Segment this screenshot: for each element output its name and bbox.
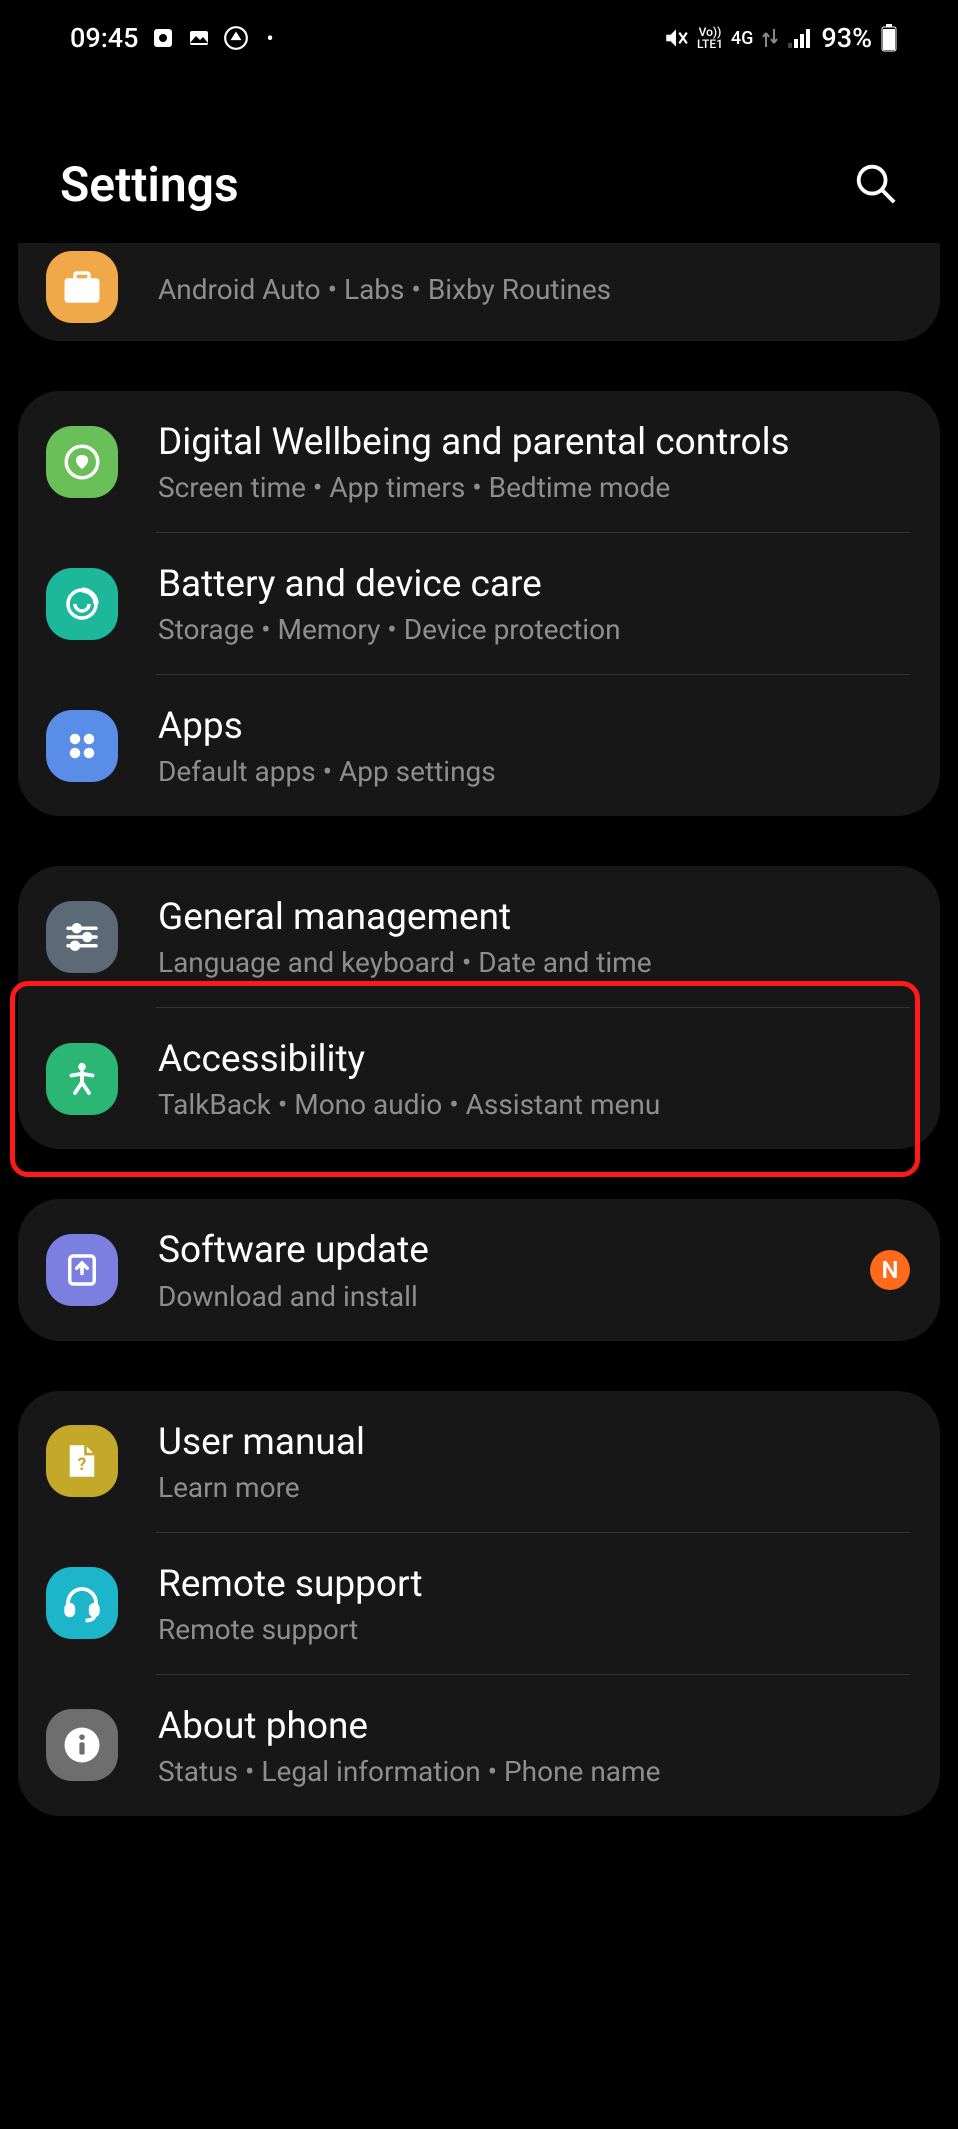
row-text: User manual Learn more (158, 1419, 910, 1504)
row-text: General management Language and keyboard … (158, 894, 910, 979)
row-subtitle: Storage • Memory • Device protection (158, 613, 910, 646)
battery-care-icon (46, 568, 118, 640)
row-title: User manual (158, 1419, 910, 1467)
status-notif-icon-3 (223, 25, 249, 51)
row-subtitle: Screen time • App timers • Bedtime mode (158, 471, 910, 504)
settings-row-battery-and-device-care[interactable]: Battery and device care Storage • Memory … (18, 533, 940, 674)
notification-badge: N (870, 1250, 910, 1290)
row-text: Android Auto • Labs • Bixby Routines (158, 269, 910, 306)
row-title: Battery and device care (158, 561, 910, 609)
svg-text:?: ? (78, 1455, 87, 1475)
settings-row-apps[interactable]: Apps Default apps • App settings (18, 675, 940, 816)
network-type: 4G (731, 28, 754, 49)
status-notif-icon-2 (187, 26, 211, 50)
row-subtitle: Download and install (158, 1280, 860, 1313)
remote-support-icon (46, 1567, 118, 1639)
advanced-features-icon (46, 251, 118, 323)
settings-row-advanced-features[interactable]: Android Auto • Labs • Bixby Routines (18, 243, 940, 341)
row-title: Software update (158, 1227, 860, 1275)
user-manual-icon: ? (46, 1425, 118, 1497)
status-bar: 09:45 • Vo)) LTE1 4G 93% (0, 0, 958, 66)
settings-group: Software update Download and install N (18, 1199, 940, 1340)
row-title: Digital Wellbeing and parental controls (158, 419, 910, 467)
settings-group: ?User manualLearn moreRemote supportRemo… (18, 1391, 940, 1816)
row-title: General management (158, 894, 910, 942)
volte-label: Vo)) LTE1 (697, 26, 723, 50)
status-left: 09:45 • (70, 22, 274, 54)
row-text: About phone Status • Legal information • … (158, 1703, 910, 1788)
settings-group: General management Language and keyboard … (18, 866, 940, 1149)
row-text: Apps Default apps • App settings (158, 703, 910, 788)
row-title: Remote support (158, 1561, 910, 1609)
settings-group: Digital Wellbeing and parental controls S… (18, 391, 940, 816)
about-phone-icon (46, 1709, 118, 1781)
status-notif-more-icon: • (267, 26, 274, 50)
status-notif-icon-1 (151, 26, 175, 50)
settings-row-remote-support[interactable]: Remote support Remote support (18, 1533, 940, 1674)
row-title: Apps (158, 703, 910, 751)
mute-icon (663, 25, 689, 51)
settings-row-general-management[interactable]: General management Language and keyboard … (18, 866, 940, 1007)
row-subtitle: Default apps • App settings (158, 755, 910, 788)
battery-percent: 93% (821, 22, 872, 54)
settings-group: Android Auto • Labs • Bixby Routines (18, 243, 940, 341)
software-update-icon (46, 1234, 118, 1306)
settings-row-digital-wellbeing-and-parental-controls[interactable]: Digital Wellbeing and parental controls S… (18, 391, 940, 532)
search-icon (852, 160, 898, 206)
row-title: Accessibility (158, 1036, 910, 1084)
row-subtitle: TalkBack • Mono audio • Assistant menu (158, 1088, 910, 1121)
header: Settings (0, 66, 958, 243)
row-subtitle: Android Auto • Labs • Bixby Routines (158, 273, 910, 306)
page-title: Settings (60, 156, 239, 213)
wellbeing-icon (46, 426, 118, 498)
row-subtitle: Status • Legal information • Phone name (158, 1755, 910, 1788)
row-text: Accessibility TalkBack • Mono audio • Ass… (158, 1036, 910, 1121)
apps-icon (46, 710, 118, 782)
settings-list[interactable]: Android Auto • Labs • Bixby Routines Digi… (0, 243, 958, 1816)
status-time: 09:45 (70, 22, 139, 54)
battery-icon (880, 24, 898, 52)
row-subtitle: Remote support (158, 1613, 910, 1646)
settings-row-accessibility[interactable]: Accessibility TalkBack • Mono audio • Ass… (18, 1008, 940, 1149)
general-management-icon (46, 901, 118, 973)
row-text: Battery and device care Storage • Memory … (158, 561, 910, 646)
row-text: Remote support Remote support (158, 1561, 910, 1646)
row-text: Software update Download and install (158, 1227, 860, 1312)
status-right: Vo)) LTE1 4G 93% (663, 22, 898, 54)
row-subtitle: Learn more (158, 1471, 910, 1504)
row-subtitle: Language and keyboard • Date and time (158, 946, 910, 979)
row-title: About phone (158, 1703, 910, 1751)
row-text: Digital Wellbeing and parental controls S… (158, 419, 910, 504)
settings-row-user-manual[interactable]: ? User manual Learn more (18, 1391, 940, 1532)
signal-icon (787, 27, 813, 49)
search-button[interactable] (852, 160, 898, 210)
settings-row-about-phone[interactable]: About phone Status • Legal information • … (18, 1675, 940, 1816)
settings-row-software-update[interactable]: Software update Download and install N (18, 1199, 940, 1340)
accessibility-icon (46, 1043, 118, 1115)
data-arrows-icon (761, 27, 779, 49)
